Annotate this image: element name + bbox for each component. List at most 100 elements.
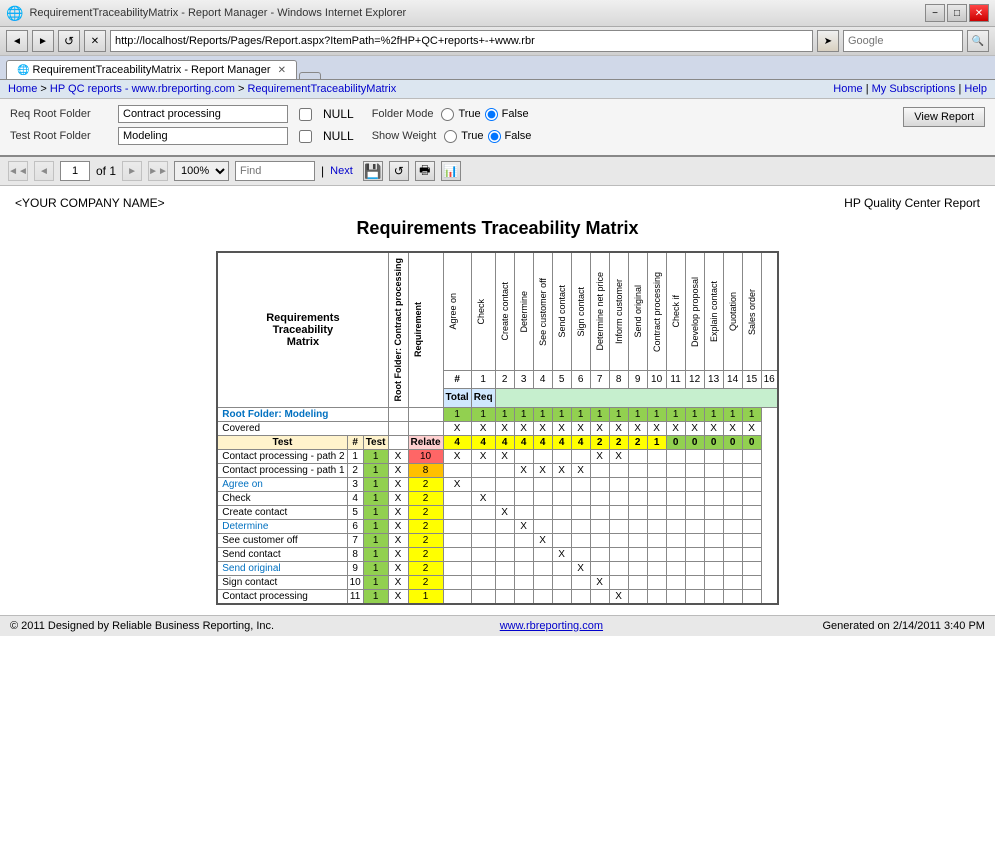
footer-copyright: © 2011 Designed by Reliable Business Rep…: [10, 620, 274, 632]
folder-mode-false-label: False: [502, 108, 529, 120]
next-page-button[interactable]: ►: [122, 161, 142, 181]
col12-header: Check if: [669, 291, 683, 332]
col15-header: Quotation: [726, 288, 740, 335]
browser-tabs: 🌐 RequirementTraceabilityMatrix - Report…: [0, 56, 995, 80]
show-weight-false-label: False: [505, 130, 532, 142]
table-row: Check 4 1 X 2 X: [217, 491, 777, 505]
test-null-checkbox[interactable]: [299, 130, 312, 143]
go-button[interactable]: ➤: [817, 30, 839, 52]
req-root-input[interactable]: [118, 105, 288, 123]
table-row: Contact processing - path 2 1 1 X 10 X X…: [217, 449, 777, 463]
matrix-table: RequirementsTraceabilityMatrix Root Fold…: [216, 251, 778, 605]
table-row: Send original 9 1 X 2 X: [217, 561, 777, 575]
view-report-button[interactable]: View Report: [903, 107, 985, 127]
folder-mode-true-radio[interactable]: [441, 108, 454, 121]
nav-home-link[interactable]: Home: [833, 83, 862, 95]
footer-bar: © 2011 Designed by Reliable Business Rep…: [0, 615, 995, 636]
col11-header: Contract processing: [650, 268, 664, 356]
address-bar[interactable]: [110, 30, 813, 52]
export-button[interactable]: 💾: [363, 161, 383, 181]
company-name: <YOUR COMPANY NAME>: [15, 196, 165, 210]
close-button[interactable]: ✕: [969, 4, 989, 22]
table-row: See customer off 7 1 X 2 X: [217, 533, 777, 547]
col8-header: Determine net price: [593, 268, 607, 355]
zoom-select[interactable]: 100%75%50%125%150%: [174, 161, 229, 181]
page-total: of 1: [96, 164, 116, 178]
find-next-button[interactable]: Next: [330, 165, 353, 177]
folder-mode-false-radio[interactable]: [485, 108, 498, 121]
tab-close-icon[interactable]: ✕: [278, 65, 286, 76]
col7-header: Sign contact: [574, 283, 588, 341]
show-weight-true-radio[interactable]: [444, 130, 457, 143]
stop-button[interactable]: ✕: [84, 30, 106, 52]
find-input[interactable]: [235, 161, 315, 181]
matrix-header-label: RequirementsTraceabilityMatrix: [222, 312, 383, 348]
show-weight-label: Show Weight: [372, 130, 437, 142]
report-title: Requirements Traceability Matrix: [15, 218, 980, 239]
req-null-label: NULL: [323, 107, 354, 121]
show-weight-true-label: True: [461, 130, 483, 142]
new-tab[interactable]: [299, 72, 321, 79]
last-page-button[interactable]: ►►: [148, 161, 168, 181]
requirement-col-header: Requirement: [411, 298, 425, 361]
test-root-input[interactable]: [118, 127, 288, 145]
test-root-label: Test Root Folder: [10, 130, 110, 142]
report-params: View Report Req Root Folder NULL Folder …: [0, 99, 995, 157]
show-weight-false-radio[interactable]: [488, 130, 501, 143]
browser-titlebar: 🌐 RequirementTraceabilityMatrix - Report…: [0, 0, 995, 27]
folder-mode-radio-group: True False: [441, 108, 528, 121]
layout-button[interactable]: 📊: [441, 161, 461, 181]
col3-header: Create contact: [498, 278, 512, 345]
req-null-checkbox[interactable]: [299, 108, 312, 121]
hpqc-link[interactable]: HP QC reports - www.rbreporting.com: [50, 83, 235, 95]
table-row: Determine 6 1 X 2 X: [217, 519, 777, 533]
nav-subscriptions-link[interactable]: My Subscriptions: [872, 83, 956, 95]
root-folder-header: Root Folder: Contract processing: [391, 254, 405, 406]
table-row: Send contact 8 1 X 2 X: [217, 547, 777, 561]
page-number-input[interactable]: [60, 161, 90, 181]
col10-header: Send original: [631, 281, 645, 342]
table-row: Contact processing - path 1 2 1 X 8 X X …: [217, 463, 777, 477]
col2-header: Check: [474, 295, 488, 329]
maximize-button[interactable]: □: [947, 4, 967, 22]
folder-mode-true-label: True: [458, 108, 480, 120]
search-button[interactable]: 🔍: [967, 30, 989, 52]
footer-website-link[interactable]: www.rbreporting.com: [500, 620, 603, 632]
col6-header: Send contact: [555, 281, 569, 342]
first-page-button[interactable]: ◄◄: [8, 161, 28, 181]
col13-header: Develop proposal: [688, 273, 702, 351]
prev-page-button[interactable]: ◄: [34, 161, 54, 181]
home-link[interactable]: Home: [8, 83, 37, 95]
table-row: Create contact 5 1 X 2 X: [217, 505, 777, 519]
show-weight-radio-group: True False: [444, 130, 531, 143]
col4-header: Determine: [517, 287, 531, 337]
print-button[interactable]: 🖶: [415, 161, 435, 181]
table-row: Sign contact 10 1 X 2 X: [217, 575, 777, 589]
col14-header: Explain contact: [707, 277, 721, 346]
refresh-report-button[interactable]: ↺: [389, 161, 409, 181]
find-sep: |: [321, 164, 324, 178]
test-null-label: NULL: [323, 129, 354, 143]
refresh-button[interactable]: ↺: [58, 30, 80, 52]
col1-header: Agree on: [446, 289, 460, 334]
modeling-folder-label: Root Folder: Modeling: [217, 407, 388, 421]
browser-toolbar: ◄ ► ↺ ✕ ➤ 🔍: [0, 27, 995, 56]
report-nav: Home > HP QC reports - www.rbreporting.c…: [0, 80, 995, 99]
nav-help-link[interactable]: Help: [964, 83, 987, 95]
active-tab[interactable]: 🌐 RequirementTraceabilityMatrix - Report…: [6, 60, 297, 79]
folder-mode-label: Folder Mode: [372, 108, 434, 120]
req-root-label: Req Root Folder: [10, 108, 110, 120]
report-content: <YOUR COMPANY NAME> HP Quality Center Re…: [0, 186, 995, 615]
browser-icon: 🌐: [6, 5, 23, 22]
browser-title: RequirementTraceabilityMatrix - Report M…: [29, 7, 925, 19]
minimize-button[interactable]: −: [925, 4, 945, 22]
table-row: Agree on 3 1 X 2 X: [217, 477, 777, 491]
table-row: Contact processing 11 1 X 1 X: [217, 589, 777, 604]
col9-header: Inform customer: [612, 275, 626, 348]
report-source: HP Quality Center Report: [844, 196, 980, 210]
search-input[interactable]: [843, 30, 963, 52]
report-toolbar: ◄◄ ◄ of 1 ► ►► 100%75%50%125%150% | Next…: [0, 157, 995, 186]
forward-button[interactable]: ►: [32, 30, 54, 52]
back-button[interactable]: ◄: [6, 30, 28, 52]
rtm-link[interactable]: RequirementTraceabilityMatrix: [247, 83, 396, 95]
